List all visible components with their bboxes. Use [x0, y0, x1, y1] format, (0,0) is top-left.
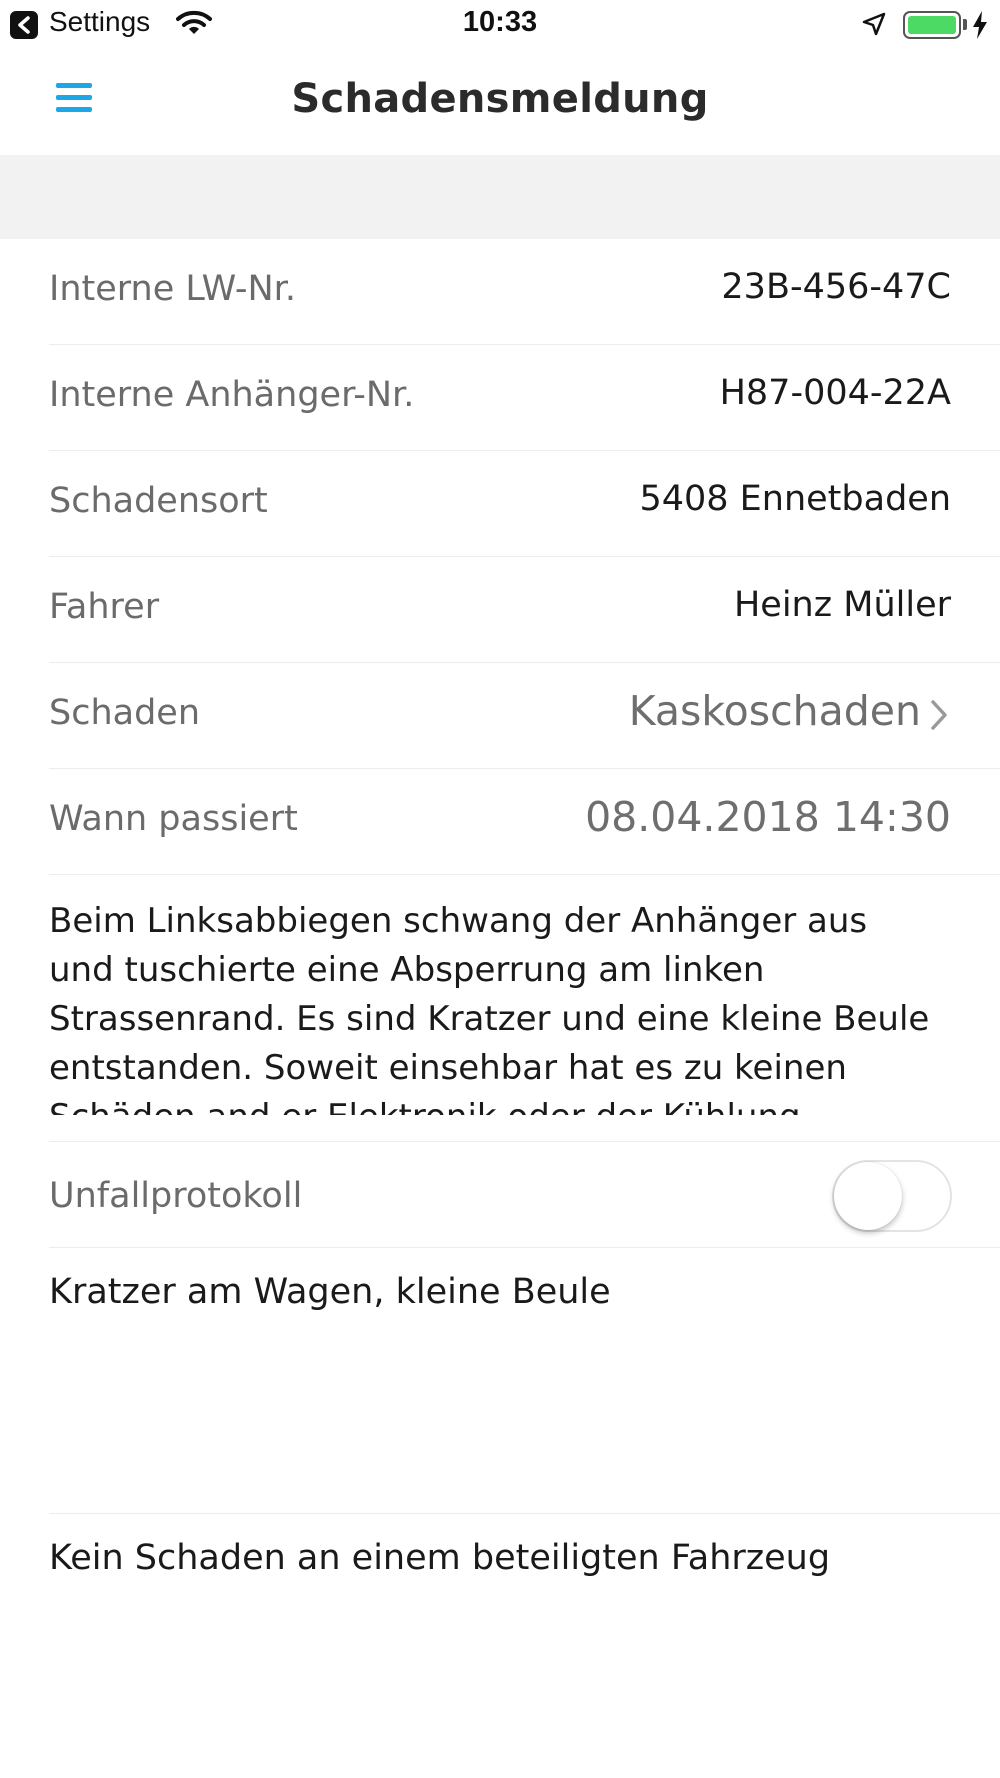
schaden-value[interactable]: Kaskoschaden — [629, 687, 921, 735]
row-fahrer[interactable]: Fahrer Heinz Müller — [49, 557, 1000, 663]
chevron-right-icon[interactable] — [930, 699, 948, 735]
fahrer-value[interactable]: Heinz Müller — [734, 585, 951, 625]
own-damage-text[interactable]: Kratzer am Wagen, kleine Beule — [49, 1272, 611, 1312]
anhaenger-nr-value[interactable]: H87-004-22A — [720, 373, 951, 413]
wann-passiert-value[interactable]: 08.04.2018 14:30 — [585, 793, 951, 841]
location-arrow-icon — [862, 12, 886, 40]
row-wann-passiert[interactable]: Wann passiert 08.04.2018 14:30 — [49, 769, 1000, 875]
status-bar: Settings 10:33 — [0, 0, 1000, 50]
charging-bolt-icon — [972, 11, 988, 43]
lw-nr-label: Interne LW-Nr. — [49, 269, 296, 309]
clock: 10:33 — [462, 6, 538, 38]
row-unfallprotokoll: Unfallprotokoll — [49, 1142, 1000, 1248]
anhaenger-nr-label: Interne Anhänger-Nr. — [49, 375, 415, 415]
schadensort-label: Schadensort — [49, 481, 268, 521]
section-header — [0, 155, 1000, 239]
navigation-bar: Schadensmeldung — [0, 50, 1000, 155]
row-anhaenger-nr[interactable]: Interne Anhänger-Nr. H87-004-22A — [49, 345, 1000, 451]
row-schadensort[interactable]: Schadensort 5408 Ennetbaden — [49, 451, 1000, 557]
row-schaden[interactable]: Schaden Kaskoschaden — [49, 663, 1000, 769]
battery-level — [908, 16, 956, 34]
wann-passiert-label: Wann passiert — [49, 799, 298, 839]
row-lw-nr[interactable]: Interne LW-Nr. 23B-456-47C — [49, 239, 1000, 345]
battery-icon — [903, 11, 961, 39]
schaden-label: Schaden — [49, 693, 201, 733]
description-text[interactable]: Beim Linksabbiegen schwang der Anhänger … — [49, 897, 939, 1115]
toggle-knob — [834, 1162, 902, 1230]
other-vehicle-damage-text[interactable]: Kein Schaden an einem beteiligten Fahrze… — [49, 1538, 830, 1578]
description-field[interactable]: Beim Linksabbiegen schwang der Anhänger … — [49, 875, 1000, 1142]
other-vehicle-damage-field[interactable]: Kein Schaden an einem beteiligten Fahrze… — [49, 1514, 1000, 1774]
lw-nr-value[interactable]: 23B-456-47C — [721, 267, 951, 307]
fahrer-label: Fahrer — [49, 587, 160, 627]
page-title: Schadensmeldung — [291, 76, 709, 122]
battery-tip — [963, 19, 967, 30]
unfallprotokoll-toggle[interactable] — [832, 1160, 952, 1232]
own-damage-field[interactable]: Kratzer am Wagen, kleine Beule — [49, 1248, 1000, 1514]
schadensort-value[interactable]: 5408 Ennetbaden — [639, 479, 951, 519]
damage-report-form: Interne LW-Nr. 23B-456-47C Interne Anhän… — [0, 239, 1000, 1774]
unfallprotokoll-label: Unfallprotokoll — [49, 1176, 303, 1216]
